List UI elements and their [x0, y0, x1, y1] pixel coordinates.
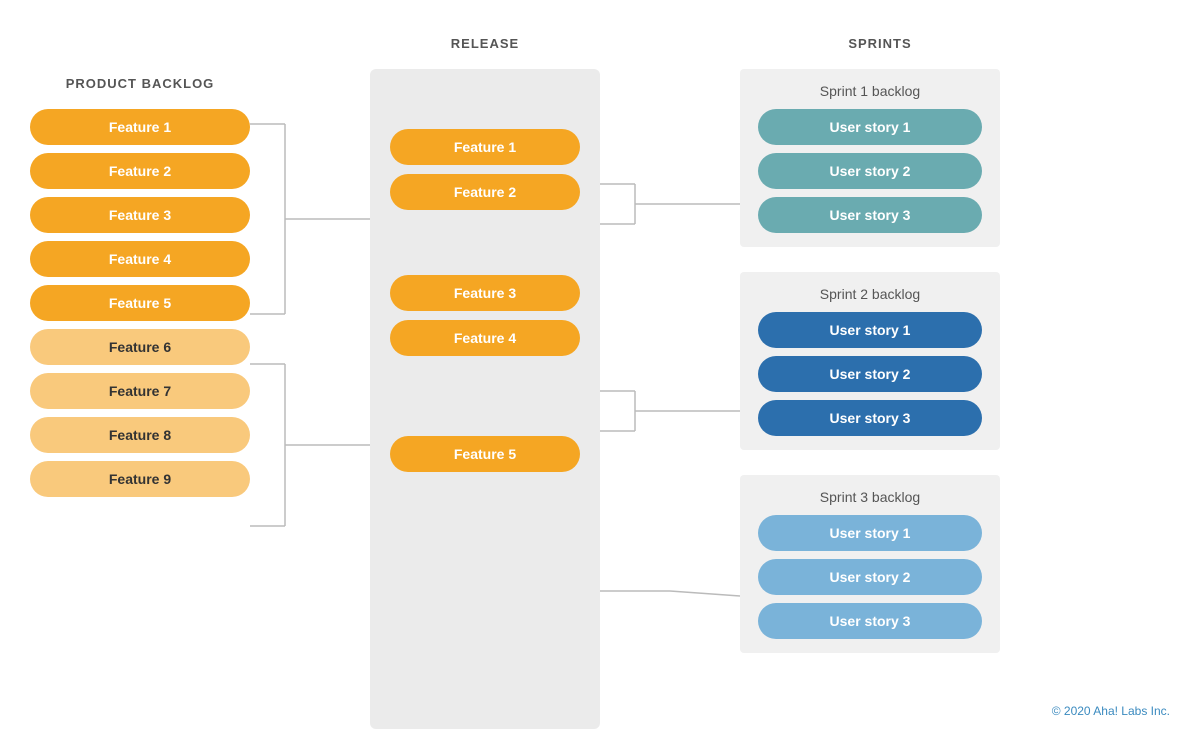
sprint-2-story-2: User story 2 [758, 356, 982, 392]
sprint-1-items: User story 1 User story 2 User story 3 [758, 109, 982, 233]
release-panel: Feature 1 Feature 2 Feature 3 Feature 4 … [370, 69, 600, 729]
sprint-1-story-1: User story 1 [758, 109, 982, 145]
sprint-3-story-1: User story 1 [758, 515, 982, 551]
release-feature-3: Feature 3 [390, 275, 580, 311]
sprint-3-block: Sprint 3 backlog User story 1 User story… [740, 475, 1000, 653]
release-feature-1: Feature 1 [390, 129, 580, 165]
sprint-1-story-3: User story 3 [758, 197, 982, 233]
sprint-2-title: Sprint 2 backlog [758, 286, 982, 302]
backlog-feature-7: Feature 7 [30, 373, 250, 409]
release-group-3: Feature 5 [390, 436, 580, 472]
main-container: PRODUCT BACKLOG Feature 1 Feature 2 Feat… [0, 0, 1200, 732]
sprint-2-block: Sprint 2 backlog User story 1 User story… [740, 272, 1000, 450]
sprint-2-story-3: User story 3 [758, 400, 982, 436]
backlog-feature-8: Feature 8 [30, 417, 250, 453]
sprints-column: SPRINTS Sprint 1 backlog User story 1 Us… [740, 36, 1020, 653]
backlog-feature-6: Feature 6 [30, 329, 250, 365]
release-feature-4: Feature 4 [390, 320, 580, 356]
release-group-2: Feature 3 Feature 4 [390, 275, 580, 356]
diagram-wrapper: PRODUCT BACKLOG Feature 1 Feature 2 Feat… [30, 36, 1170, 696]
sprint-1-block: Sprint 1 backlog User story 1 User story… [740, 69, 1000, 247]
backlog-feature-3: Feature 3 [30, 197, 250, 233]
backlog-feature-1: Feature 1 [30, 109, 250, 145]
copyright: © 2020 Aha! Labs Inc. [1052, 704, 1170, 718]
product-backlog-column: PRODUCT BACKLOG Feature 1 Feature 2 Feat… [30, 76, 250, 497]
sprint-1-title: Sprint 1 backlog [758, 83, 982, 99]
release-column: RELEASE Feature 1 Feature 2 Feature 3 Fe… [370, 36, 600, 696]
sprints-title: SPRINTS [740, 36, 1020, 51]
release-group-1: Feature 1 Feature 2 [390, 129, 580, 210]
sprint-3-title: Sprint 3 backlog [758, 489, 982, 505]
backlog-items-list: Feature 1 Feature 2 Feature 3 Feature 4 … [30, 109, 250, 497]
backlog-feature-5: Feature 5 [30, 285, 250, 321]
backlog-feature-2: Feature 2 [30, 153, 250, 189]
sprint-1-story-2: User story 2 [758, 153, 982, 189]
sprint-3-story-3: User story 3 [758, 603, 982, 639]
backlog-feature-4: Feature 4 [30, 241, 250, 277]
release-title: RELEASE [370, 36, 600, 51]
backlog-feature-9: Feature 9 [30, 461, 250, 497]
sprint-3-items: User story 1 User story 2 User story 3 [758, 515, 982, 639]
release-feature-2: Feature 2 [390, 174, 580, 210]
sprint-2-story-1: User story 1 [758, 312, 982, 348]
sprint-2-items: User story 1 User story 2 User story 3 [758, 312, 982, 436]
backlog-title: PRODUCT BACKLOG [30, 76, 250, 91]
release-feature-5: Feature 5 [390, 436, 580, 472]
sprint-3-story-2: User story 2 [758, 559, 982, 595]
